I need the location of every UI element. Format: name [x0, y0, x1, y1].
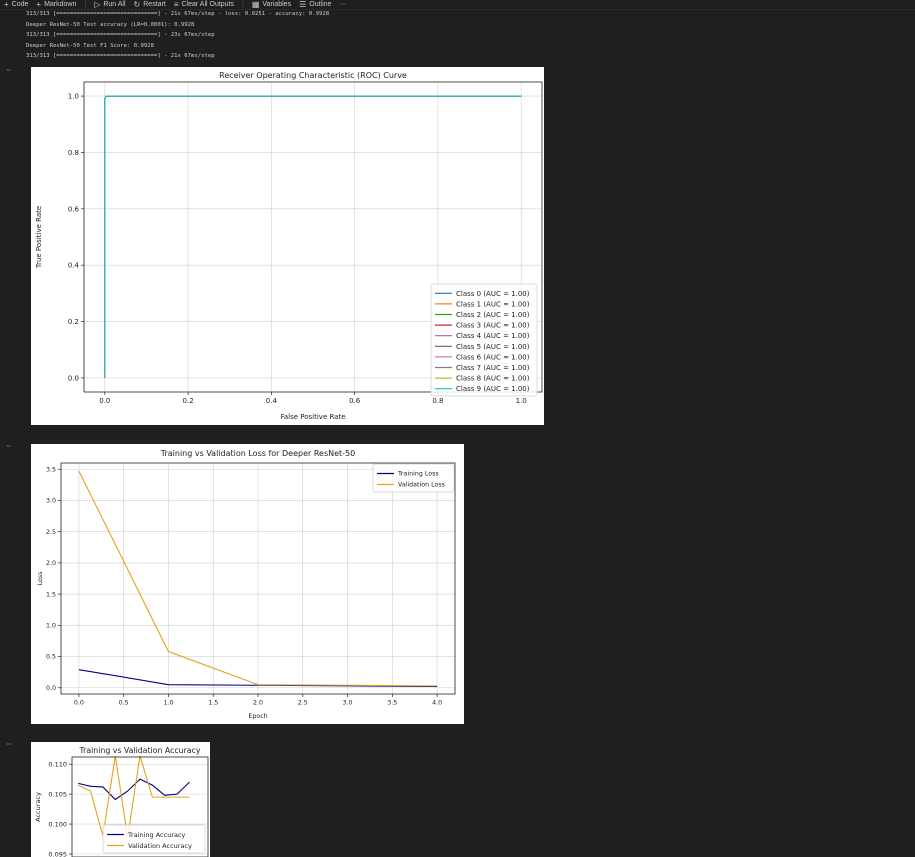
y-tick-label: 0.105	[48, 790, 67, 798]
toolbar-item-label: Outline	[309, 1, 332, 8]
accuracy-chart-svg: 0.095 0.100 0.105 0.110 Training vs Validati…	[34, 746, 209, 857]
y-tick-label: 0.100	[48, 820, 67, 828]
y-tick-label: 1.0	[68, 93, 79, 101]
y-axis-label: Accuracy	[34, 792, 42, 822]
x-tick-label: 3.0	[343, 699, 353, 706]
legend-label: Validation Loss	[398, 482, 445, 489]
x-tick-label: 4.0	[432, 699, 442, 706]
y-tick-label: 0.095	[48, 850, 67, 857]
toolbar-item-label: Run All	[103, 1, 126, 8]
legend-label: Training Accuracy	[127, 831, 186, 839]
y-tick-label: 3.5	[46, 466, 56, 473]
legend-label: Class 3 (AUC = 1.00)	[456, 322, 530, 330]
restart-icon: ↻	[133, 0, 141, 9]
y-tick-label: 0.8	[68, 149, 79, 157]
plus-icon: +	[36, 0, 42, 9]
legend-label: Class 2 (AUC = 1.00)	[456, 311, 530, 319]
toolbar-item-label: Markdown	[44, 1, 77, 8]
legend-label: Class 9 (AUC = 1.00)	[456, 385, 530, 393]
legend-label: Class 4 (AUC = 1.00)	[456, 332, 530, 340]
y-tick-label: 1.5	[46, 591, 56, 598]
x-tick-label: 2.0	[253, 699, 263, 706]
x-tick-label: 2.5	[298, 699, 308, 706]
y-axis-label: True Positive Rate	[35, 206, 43, 269]
toolbar-more-button[interactable]: ···	[339, 1, 346, 8]
legend-label: Class 7 (AUC = 1.00)	[456, 364, 530, 372]
loss-chart: 0.0 0.5 1.0 1.5 2.0 2.5 3.0 3.5 4.0 0.0 0.5 1.0 1.5 2…	[31, 444, 464, 724]
toolbar-code-button[interactable]: + Code	[4, 0, 28, 9]
toolbar-outline-button[interactable]: ☰ Outline	[299, 0, 331, 9]
toolbar-item-label: Code	[11, 1, 29, 8]
output-line: 313/313 [==============================]…	[26, 11, 330, 17]
output-line: Deeper ResNet-50 Test F1 Score: 0.9928	[26, 42, 154, 49]
chart-title: Training vs Validation Loss for Deeper R…	[160, 449, 355, 458]
output-line: 313/313 [==============================]…	[26, 53, 215, 59]
x-tick-label: 1.0	[516, 397, 527, 405]
cell-output-text: 313/313 [==============================]…	[26, 9, 329, 62]
toolbar-item-label: Variables	[262, 1, 292, 8]
plus-icon: +	[4, 0, 9, 9]
legend-label: Class 8 (AUC = 1.00)	[456, 375, 530, 383]
toolbar-separator: |	[84, 1, 87, 8]
x-tick-label: 0.4	[266, 397, 278, 405]
y-tick-label: 1.0	[46, 623, 56, 630]
y-tick-label: 3.0	[46, 498, 56, 505]
legend-label: Class 0 (AUC = 1.00)	[456, 290, 530, 298]
toolbar-item-label: Clear All Outputs	[181, 1, 235, 8]
y-tick-label: 0.2	[68, 318, 79, 326]
x-tick-label: 0.5	[119, 699, 129, 706]
cell-menu-button[interactable]: ···	[6, 67, 12, 75]
x-tick-label: 0.0	[74, 699, 84, 706]
run-all-icon: ▷	[94, 0, 101, 9]
toolbar-separator: |	[242, 1, 244, 8]
chart-title: Training vs Validation Accuracy	[79, 746, 201, 755]
toolbar-item-label: Restart	[143, 1, 166, 8]
accuracy-chart: 0.095 0.100 0.105 0.110 Training vs Validati…	[31, 742, 210, 857]
toolbar-run-all-button[interactable]: ▷ Run All	[94, 0, 125, 9]
y-tick-label: 2.0	[46, 560, 56, 567]
x-tick-label: 0.6	[349, 397, 361, 405]
roc-chart: 0.0 0.2 0.4 0.6 0.8 1.0 0.0 0.2 0.4 0.6 0.8 1.0 Rece…	[31, 67, 544, 425]
y-tick-label: 0.4	[68, 262, 80, 270]
y-tick-label: 0.0	[46, 685, 56, 692]
output-line: 313/313 [==============================]…	[26, 32, 215, 38]
cell-menu-button[interactable]: ···	[6, 443, 12, 451]
legend-label: Class 5 (AUC = 1.00)	[456, 343, 530, 351]
x-tick-label: 1.5	[208, 699, 218, 706]
y-tick-label: 0.5	[46, 654, 56, 661]
cell-menu-button[interactable]: ···	[6, 741, 12, 749]
x-tick-label: 0.8	[432, 397, 443, 405]
toolbar-clear-all-outputs-button[interactable]: ≡ Clear All Outputs	[174, 0, 234, 9]
x-tick-label: 3.5	[387, 699, 397, 706]
y-tick-label: 0.0	[68, 374, 79, 382]
toolbar-variables-button[interactable]: ▦ Variables	[252, 0, 291, 9]
x-tick-label: 0.0	[99, 397, 110, 405]
roc-chart-svg: 0.0 0.2 0.4 0.6 0.8 1.0 0.0 0.2 0.4 0.6 0.8 1.0 Rece…	[35, 71, 543, 421]
x-tick-label: 0.2	[183, 397, 194, 405]
clear-outputs-icon: ≡	[173, 0, 179, 9]
chart-title: Receiver Operating Characteristic (ROC) …	[219, 71, 407, 80]
x-axis-label: Epoch	[248, 713, 267, 720]
x-tick-label: 1.0	[163, 699, 173, 706]
legend-label: Class 1 (AUC = 1.00)	[456, 300, 530, 308]
variables-icon: ▦	[251, 0, 260, 9]
y-axis-label: Loss	[37, 572, 44, 586]
x-axis-label: False Positive Rate	[280, 413, 345, 421]
y-tick-label: 2.5	[46, 529, 56, 536]
legend-label: Validation Accuracy	[128, 842, 192, 850]
legend-label: Training Loss	[397, 471, 439, 478]
loss-chart-svg: 0.0 0.5 1.0 1.5 2.0 2.5 3.0 3.5 4.0 0.0 0.5 1.0 1.5 2…	[37, 449, 456, 720]
y-tick-label: 0.110	[48, 760, 67, 768]
output-line: Deeper ResNet-50 Test accuracy (LR=0.000…	[26, 21, 195, 28]
toolbar-markdown-button[interactable]: + Markdown	[36, 0, 76, 9]
y-tick-label: 0.6	[68, 205, 80, 213]
legend-label: Class 6 (AUC = 1.00)	[456, 353, 530, 361]
toolbar-restart-button[interactable]: ↻ Restart	[134, 0, 166, 9]
outline-icon: ☰	[299, 0, 307, 9]
